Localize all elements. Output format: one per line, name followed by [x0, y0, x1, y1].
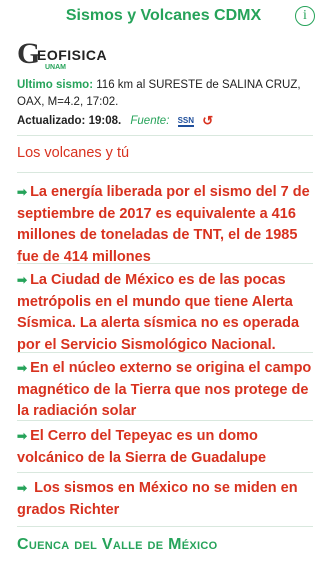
- fact-text: La Ciudad de México es de las pocas metr…: [17, 272, 300, 353]
- logo-sub: UNAM: [45, 64, 66, 71]
- refresh-icon[interactable]: ↺: [202, 113, 213, 129]
- navigation-bar: Sismos y Volcanes CDMX i: [0, 0, 327, 34]
- divider: [17, 172, 313, 173]
- source-label: Fuente:: [130, 115, 170, 128]
- divider: [17, 526, 313, 527]
- footer-section-title[interactable]: Cuenca del Valle de México: [17, 536, 217, 554]
- arrow-right-icon: ➡: [17, 273, 28, 287]
- fact-text: El Cerro del Tepeyac es un domo volcánic…: [17, 428, 267, 466]
- section-title: Los volcanes y tú: [17, 145, 130, 161]
- last-quake-label: Ultimo sismo:: [17, 79, 94, 91]
- info-icon[interactable]: i: [295, 6, 315, 26]
- fact-item[interactable]: ➡ Los sismos en México no se miden en gr…: [17, 478, 317, 521]
- updated-time: 19:08.: [88, 115, 122, 128]
- ssn-logo-icon[interactable]: SSN: [177, 116, 195, 127]
- updated-label: Actualizado:: [17, 115, 86, 128]
- arrow-right-icon: ➡: [17, 429, 28, 443]
- update-info: Actualizado: 19:08. Fuente: SSN ↺: [17, 113, 213, 129]
- arrow-right-icon: ➡: [17, 361, 28, 375]
- divider: [17, 263, 313, 264]
- logo-text: EOFISICA: [37, 47, 108, 63]
- geofisica-logo: G EOFISICA UNAM: [17, 37, 127, 71]
- fact-item[interactable]: ➡ El Cerro del Tepeyac es un domo volcáni…: [17, 426, 317, 469]
- fact-text: La energía liberada por el sismo del 7 d…: [17, 184, 310, 265]
- arrow-right-icon: ➡: [17, 185, 28, 199]
- fact-item[interactable]: ➡ La Ciudad de México es de las pocas met…: [17, 270, 317, 356]
- app-title: Sismos y Volcanes CDMX: [65, 7, 262, 24]
- fact-text: En el núcleo externo se origina el campo…: [17, 360, 312, 419]
- divider: [17, 135, 313, 136]
- fact-item[interactable]: ➡ La energía liberada por el sismo del 7 …: [17, 182, 317, 268]
- divider: [17, 472, 313, 473]
- last-quake-info: Ultimo sismo: 116 km al SURESTE de SALIN…: [17, 77, 317, 111]
- divider: [17, 352, 313, 353]
- fact-item[interactable]: ➡ En el núcleo externo se origina el camp…: [17, 358, 317, 423]
- arrow-right-icon: ➡: [17, 481, 28, 495]
- fact-text: Los sismos en México no se miden en grad…: [17, 480, 298, 518]
- divider: [17, 420, 313, 421]
